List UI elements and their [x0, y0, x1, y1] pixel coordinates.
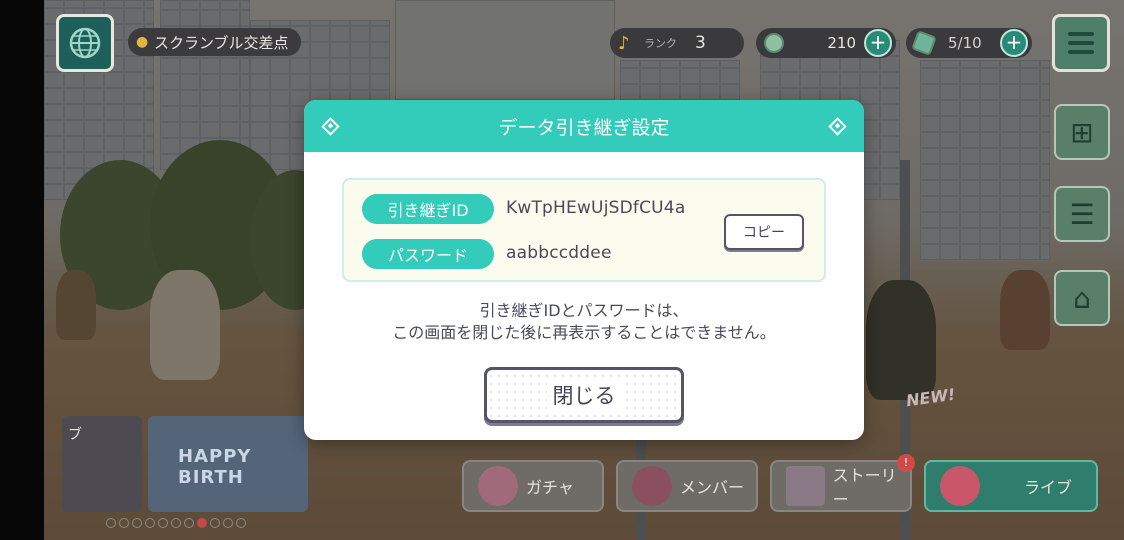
- gacha-icon: [478, 466, 518, 506]
- dialog-header: データ引き継ぎ設定: [304, 100, 864, 152]
- main-menu-button[interactable]: [1052, 14, 1110, 72]
- location-label: ● スクランブル交差点: [128, 28, 301, 56]
- map-pin-icon: ●: [136, 34, 149, 50]
- note-line-1: 引き継ぎIDとパスワードは、: [479, 301, 689, 320]
- music-note-icon: ♪: [618, 32, 630, 54]
- member-label: メンバー: [680, 478, 745, 497]
- transfer-id-tag: 引き継ぎID: [362, 194, 494, 224]
- story-label: ストーリー: [832, 466, 897, 509]
- close-label: 閉じる: [546, 380, 622, 410]
- gift-button[interactable]: ⊞: [1054, 104, 1110, 160]
- transfer-id-value: KwTpHEwUjSDfCU4a: [506, 198, 686, 218]
- banner-left-text: ブ: [68, 427, 82, 443]
- story-button[interactable]: ストーリー: [770, 460, 912, 512]
- plus-icon: +: [869, 30, 887, 54]
- diamond-icon: [828, 117, 847, 136]
- note-line-2: この画面を閉じた後に再表示することはできません。: [392, 323, 776, 342]
- gacha-label: ガチャ: [526, 478, 574, 497]
- rank-display: ♪ ランク 3: [610, 28, 744, 58]
- list-icon: ☰: [1069, 197, 1095, 231]
- copy-button[interactable]: コピー: [724, 214, 804, 250]
- banner-right-text: HAPPY BIRTH: [178, 446, 252, 488]
- live-button[interactable]: ライブ: [924, 460, 1098, 512]
- close-button[interactable]: 閉じる: [484, 367, 684, 423]
- password-label: パスワード: [387, 246, 468, 265]
- event-banner-birthday[interactable]: HAPPY BIRTH: [148, 416, 308, 512]
- copy-label: コピー: [743, 225, 785, 241]
- plus-icon: +: [1005, 30, 1023, 54]
- gem-icon: [764, 33, 784, 53]
- password-tag: パスワード: [362, 239, 494, 269]
- rank-label: ランク: [644, 37, 677, 50]
- gift-icon: ⊞: [1070, 115, 1094, 149]
- globe-icon: [69, 27, 101, 59]
- event-banner-left[interactable]: ブ: [62, 416, 142, 512]
- world-map-button[interactable]: [56, 14, 114, 72]
- story-notification-badge: !: [897, 454, 915, 472]
- location-name: スクランブル交差点: [154, 33, 289, 52]
- member-button[interactable]: メンバー: [616, 460, 758, 512]
- transfer-id-label: 引き継ぎID: [387, 201, 469, 220]
- book-icon: [786, 466, 825, 506]
- stamina-icon: [911, 30, 937, 56]
- add-stamina-button[interactable]: +: [1000, 29, 1028, 57]
- shop-button[interactable]: ⌂: [1054, 270, 1110, 326]
- add-currency-button[interactable]: +: [864, 29, 892, 57]
- diamond-icon: [321, 117, 340, 136]
- mission-button[interactable]: ☰: [1054, 186, 1110, 242]
- menu-icon: [1068, 32, 1094, 36]
- dialog-title: データ引き継ぎ設定: [498, 116, 670, 139]
- music-note-icon: [940, 466, 980, 506]
- member-icon: [632, 466, 672, 506]
- rank-value: 3: [695, 33, 706, 53]
- live-label: ライブ: [1024, 478, 1073, 497]
- stamina-value: 5/10: [948, 34, 982, 52]
- password-value: aabbccddee: [506, 243, 612, 263]
- data-transfer-dialog: データ引き継ぎ設定 引き継ぎID KwTpHEwUjSDfCU4a パスワード …: [304, 100, 864, 440]
- dialog-note: 引き継ぎIDとパスワードは、 この画面を閉じた後に再表示することはできません。: [304, 300, 864, 344]
- gacha-button[interactable]: ガチャ: [462, 460, 604, 512]
- credentials-box: 引き継ぎID KwTpHEwUjSDfCU4a パスワード aabbccddee…: [342, 178, 826, 282]
- currency-value: 210: [827, 34, 856, 52]
- shop-icon: ⌂: [1073, 281, 1091, 315]
- banner-pagination: [106, 518, 246, 528]
